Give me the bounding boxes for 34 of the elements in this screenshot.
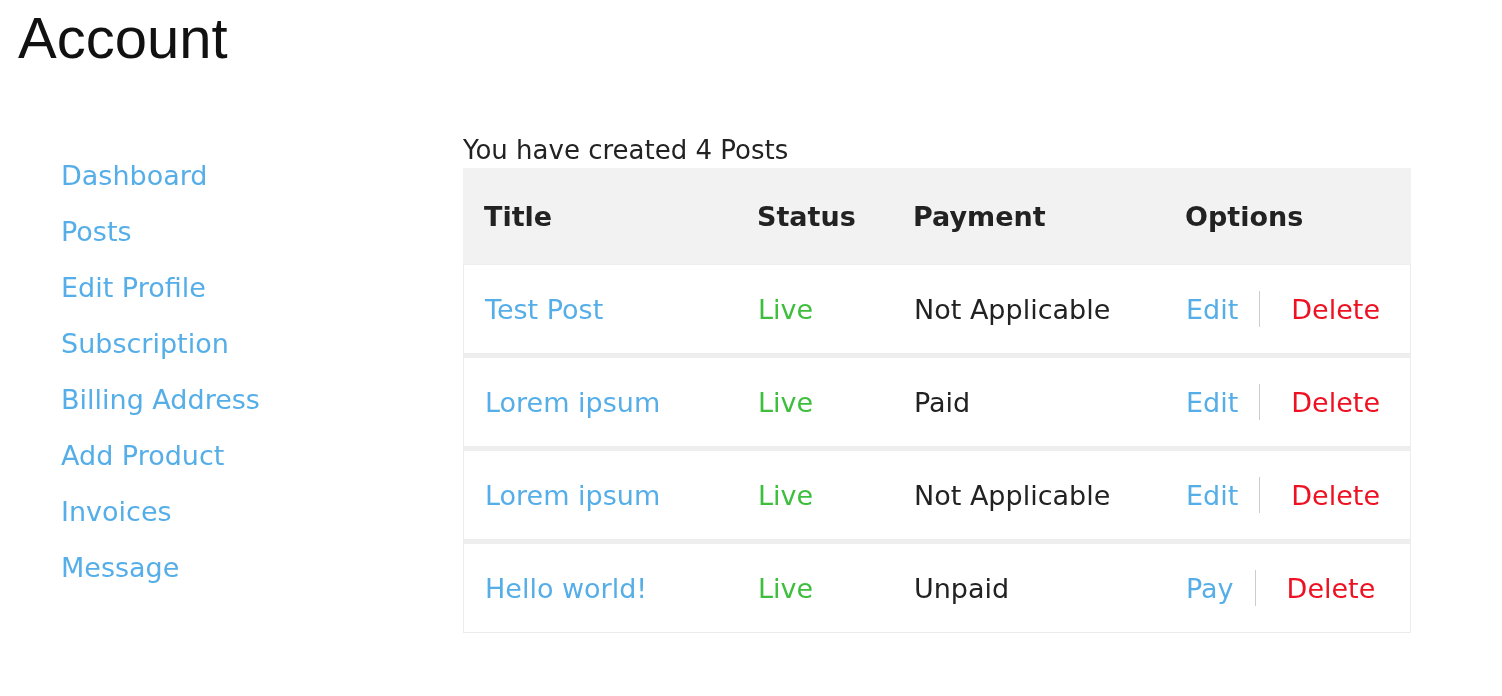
column-header: Options — [1185, 200, 1305, 232]
status-cell-text: Live — [758, 479, 815, 511]
payment-cell-text: Paid — [914, 386, 972, 418]
post-title-link[interactable]: Hello world! — [485, 572, 648, 604]
payment-cell-text: Not Applicable — [914, 479, 1112, 511]
sidebar-link[interactable]: Posts — [61, 214, 132, 250]
delete-link[interactable]: Delete — [1291, 293, 1380, 325]
payment-cell-text: Not Applicable — [914, 293, 1112, 325]
posts-summary: You have created 4 Posts — [463, 134, 790, 167]
post-title-link[interactable]: Lorem ipsum — [485, 479, 661, 511]
column-header: Status — [757, 200, 857, 232]
action-link[interactable]: Pay — [1186, 572, 1234, 604]
payment-cell-text: Unpaid — [914, 572, 1011, 604]
sidebar-link[interactable]: Edit Profile — [61, 270, 206, 306]
delete-link[interactable]: Delete — [1291, 479, 1380, 511]
page-title: Account — [17, 4, 229, 72]
column-header: Payment — [913, 200, 1047, 232]
status-cell-text: Live — [758, 293, 815, 325]
sidebar-link[interactable]: Invoices — [61, 494, 172, 530]
post-title-link[interactable]: Test Post — [485, 293, 604, 325]
status-cell-text: Live — [758, 386, 815, 418]
action-link[interactable]: Edit — [1186, 293, 1239, 325]
delete-link[interactable]: Delete — [1291, 386, 1380, 418]
sidebar-link[interactable]: Billing Address — [61, 382, 260, 418]
action-link[interactable]: Edit — [1186, 479, 1239, 511]
sidebar-link[interactable]: Message — [61, 550, 180, 586]
action-link[interactable]: Edit — [1186, 386, 1239, 418]
sidebar-link[interactable]: Dashboard — [61, 158, 208, 194]
delete-link[interactable]: Delete — [1286, 572, 1376, 604]
sidebar-link[interactable]: Add Product — [61, 438, 225, 474]
status-cell-text: Live — [758, 572, 815, 604]
post-title-link[interactable]: Lorem ipsum — [485, 386, 661, 418]
sidebar-link[interactable]: Subscription — [61, 326, 229, 362]
column-header: Title — [484, 200, 554, 232]
